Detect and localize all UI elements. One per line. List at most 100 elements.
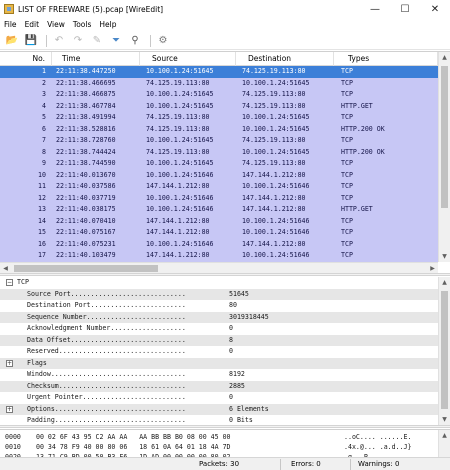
cell-time: 22:11:38.447250 xyxy=(56,67,116,75)
table-row[interactable]: 7 22:11:38.728760 10.100.1.24:51645 74.125.… xyxy=(0,135,438,147)
hex-bytes[interactable]: 00 02 6F 43 95 C2 AA AA AA BB BB B0 08 0… xyxy=(36,432,231,442)
menu-view[interactable]: View xyxy=(43,20,69,29)
detail-row[interactable]: +⊞Options...............................… xyxy=(0,403,438,415)
field-label: Data Offset............................. xyxy=(27,335,186,344)
status-divider xyxy=(350,459,351,470)
table-row[interactable]: 3 22:11:38.466875 10.100.1.24:51645 74.125.… xyxy=(0,89,438,101)
table-row[interactable]: 4 22:11:38.467784 10.100.1.24:51645 74.125.… xyxy=(0,100,438,112)
column-header-source[interactable]: Source xyxy=(140,52,236,66)
binoculars-icon[interactable]: ⚲ xyxy=(127,33,143,49)
table-row[interactable]: 16 22:11:40.075231 10.100.1.24:51646 147.14… xyxy=(0,238,438,250)
cell-source: 10.100.1.24:51645 xyxy=(146,67,214,75)
cell-no: 5 xyxy=(42,113,46,121)
minimize-button[interactable]: — xyxy=(360,0,390,18)
filter-icon[interactable]: ⏷ xyxy=(108,33,124,49)
table-row[interactable]: 15 22:11:40.075167 147.144.1.212:80 10.100.… xyxy=(0,227,438,239)
detail-row[interactable]: Checksum................................… xyxy=(0,380,438,392)
cell-types: TCP xyxy=(341,113,353,121)
table-row[interactable]: 13 22:11:40.038175 10.100.1.24:51646 147.14… xyxy=(0,204,438,216)
detail-row[interactable]: Reserved................................… xyxy=(0,346,438,358)
maximize-button[interactable]: ☐ xyxy=(390,0,420,18)
settings-icon[interactable]: ⚙ xyxy=(155,33,171,49)
detail-row[interactable]: Source Port.............................… xyxy=(0,288,438,300)
cell-time: 22:11:40.038175 xyxy=(56,205,116,213)
cell-types: TCP xyxy=(341,216,353,225)
open-icon[interactable]: 📂 xyxy=(4,33,20,49)
table-row[interactable]: 5 22:11:38.491994 74.125.19.113:80 10.100.1… xyxy=(0,112,438,124)
cell-source: 74.125.19.113:80 xyxy=(146,147,210,156)
menu-file[interactable]: File xyxy=(0,20,21,29)
table-row[interactable]: 2 22:11:38.466695 74.125.19.113:80 10.100.1… xyxy=(0,77,438,89)
column-header-no[interactable]: No. xyxy=(0,52,52,66)
table-row[interactable]: 12 22:11:40.037719 10.100.1.24:51646 147.14… xyxy=(0,192,438,204)
packet-list-vscrollbar[interactable]: ▲ ▼ xyxy=(438,52,450,262)
scroll-thumb[interactable] xyxy=(14,265,158,272)
menu-edit[interactable]: Edit xyxy=(21,20,44,29)
save-icon[interactable]: 💾 xyxy=(23,33,39,49)
scroll-up-icon[interactable]: ▲ xyxy=(439,430,450,441)
column-header-types[interactable]: Types xyxy=(334,52,438,66)
cell-time: 22:11:40.070410 xyxy=(56,216,116,225)
table-row[interactable]: 8 22:11:38.744424 74.125.19.113:80 10.100.1… xyxy=(0,146,438,158)
cell-source: 10.100.1.24:51645 xyxy=(146,136,214,144)
scroll-down-icon[interactable]: ▼ xyxy=(439,251,450,262)
scroll-thumb[interactable] xyxy=(441,66,448,208)
scroll-left-icon[interactable]: ◀ xyxy=(0,263,11,273)
table-row[interactable]: 14 22:11:40.070410 147.144.1.212:80 10.100.… xyxy=(0,215,438,227)
menu-tools[interactable]: Tools xyxy=(69,20,95,29)
detail-row[interactable]: Destination Port........................… xyxy=(0,300,438,312)
field-label: TCP xyxy=(17,278,29,286)
hex-ascii[interactable]: ..oC.... ......E. xyxy=(344,432,412,442)
field-value: 0 Bits xyxy=(229,416,253,424)
status-divider xyxy=(280,459,281,470)
cell-destination: 10.100.1.24:51645 xyxy=(242,78,310,87)
scroll-down-icon[interactable]: ▼ xyxy=(439,414,450,425)
expand-icon[interactable]: + xyxy=(6,359,13,367)
pane-splitter[interactable] xyxy=(0,273,450,276)
detail-row[interactable]: Padding.................................… xyxy=(0,415,438,425)
cell-destination: 10.100.1.24:51646 xyxy=(242,216,310,225)
detail-row[interactable]: Window..................................… xyxy=(0,369,438,381)
field-value: 0 xyxy=(229,393,233,401)
table-row[interactable]: 6 22:11:38.528816 74.125.19.113:80 10.100.1… xyxy=(0,123,438,135)
cell-time: 22:11:40.103479 xyxy=(56,251,116,259)
table-row[interactable]: 10 22:11:40.013670 10.100.1.24:51646 147.14… xyxy=(0,169,438,181)
field-label: Destination Port........................ xyxy=(27,301,186,309)
detail-row[interactable]: Urgent Pointer..........................… xyxy=(0,392,438,404)
undo-icon[interactable]: ↶ xyxy=(51,33,67,49)
hex-ascii[interactable]: .4x.@... .a.d..J} xyxy=(344,442,412,452)
redo-icon[interactable]: ↷ xyxy=(70,33,86,49)
table-row[interactable]: 1 22:11:38.447250 10.100.1.24:51645 74.125.… xyxy=(0,66,438,78)
detail-row[interactable]: Data Offset.............................… xyxy=(0,334,438,346)
cell-types: TCP xyxy=(341,159,353,167)
scroll-right-icon[interactable]: ▶ xyxy=(427,263,438,273)
packet-list-hscrollbar[interactable]: ◀ ▶ xyxy=(0,262,438,273)
edit-icon[interactable]: ✎ xyxy=(89,33,105,49)
field-label: Acknowledgment Number................... xyxy=(27,324,186,332)
cell-time: 22:11:38.744590 xyxy=(56,159,116,167)
hex-bytes[interactable]: 00 34 78 F9 40 00 80 06 18 61 0A 64 01 1… xyxy=(36,442,231,452)
table-row[interactable]: 11 22:11:40.037586 147.144.1.212:80 10.100.… xyxy=(0,181,438,193)
table-row[interactable]: 9 22:11:38.744590 10.100.1.24:51645 74.125.… xyxy=(0,158,438,170)
pane-splitter[interactable] xyxy=(0,425,450,428)
detail-row[interactable]: −⊟TCP xyxy=(0,277,438,289)
scroll-thumb[interactable] xyxy=(441,291,448,409)
column-header-time[interactable]: Time xyxy=(52,52,140,66)
cell-time: 22:11:38.466875 xyxy=(56,90,116,98)
close-button[interactable]: ✕ xyxy=(420,0,450,18)
detail-row[interactable]: +⊞Flags xyxy=(0,357,438,369)
cell-types: HTTP.200 OK xyxy=(341,147,385,156)
field-value: 80 xyxy=(229,301,237,309)
table-row[interactable]: 17 22:11:40.103479 147.144.1.212:80 10.100.… xyxy=(0,250,438,262)
detail-row[interactable]: Acknowledgment Number...................… xyxy=(0,323,438,335)
collapse-icon[interactable]: − xyxy=(6,279,13,286)
scroll-up-icon[interactable]: ▲ xyxy=(439,277,450,288)
menu-help[interactable]: Help xyxy=(95,20,120,29)
hex-vscrollbar[interactable]: ▲ xyxy=(438,430,450,457)
column-header-destination[interactable]: Destination xyxy=(236,52,334,66)
detail-row[interactable]: Sequence Number.........................… xyxy=(0,311,438,323)
expand-icon[interactable]: + xyxy=(6,405,13,413)
cell-time: 22:11:38.467784 xyxy=(56,101,116,110)
detail-vscrollbar[interactable]: ▲ ▼ xyxy=(438,277,450,425)
scroll-up-icon[interactable]: ▲ xyxy=(439,52,450,63)
